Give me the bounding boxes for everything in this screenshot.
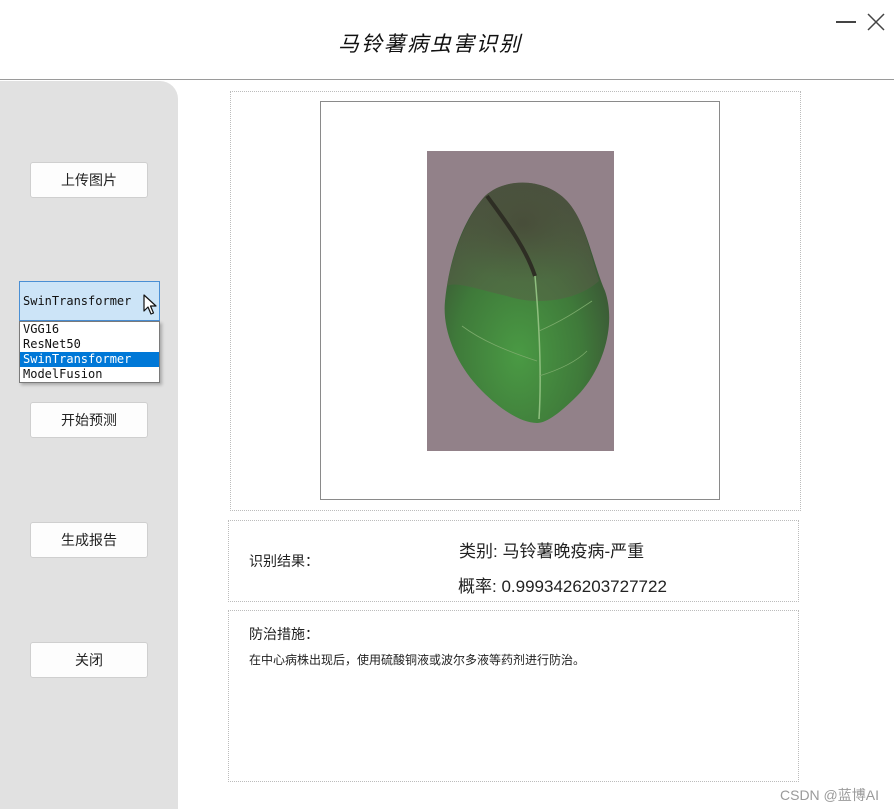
model-option-resnet50[interactable]: ResNet50: [20, 337, 159, 352]
model-option-modelfusion[interactable]: ModelFusion: [20, 367, 159, 382]
model-option-vgg16[interactable]: VGG16: [20, 322, 159, 337]
app-title: 马铃薯病虫害识别: [338, 32, 522, 56]
leaf-image: [427, 151, 614, 451]
model-select[interactable]: SwinTransformer: [19, 281, 160, 321]
measures-title: 防治措施：: [249, 627, 319, 643]
model-select-value: SwinTransformer: [23, 294, 132, 308]
minimize-icon[interactable]: [834, 10, 858, 34]
start-predict-button[interactable]: 开始预测: [30, 402, 148, 438]
upload-image-button[interactable]: 上传图片: [30, 162, 148, 198]
watermark: CSDN @蓝博AI: [780, 787, 879, 803]
model-dropdown-list: VGG16 ResNet50 SwinTransformer ModelFusi…: [19, 321, 160, 383]
close-button[interactable]: 关闭: [30, 642, 148, 678]
generate-report-button[interactable]: 生成报告: [30, 522, 148, 558]
title-bar: 马铃薯病虫害识别: [0, 0, 894, 80]
model-option-swintransformer[interactable]: SwinTransformer: [20, 352, 159, 367]
close-icon[interactable]: [864, 10, 888, 34]
result-probability-text: 概率: 0.9993426203727722: [458, 577, 667, 596]
result-class-text: 类别: 马铃薯晚疫病-严重: [459, 542, 645, 561]
measures-text: 在中心病株出现后，使用硫酸铜液或波尔多液等药剂进行防治。: [249, 653, 586, 667]
result-label: 识别结果：: [249, 554, 319, 570]
mouse-cursor-icon: [143, 294, 157, 315]
